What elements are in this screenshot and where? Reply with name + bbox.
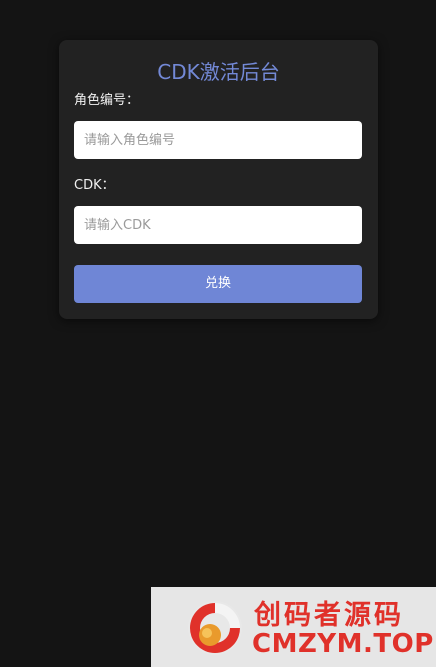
role-id-label: 角色编号： xyxy=(74,93,140,108)
cdk-activation-card: CDK激活后台 角色编号： CDK： 兑换 xyxy=(59,40,378,319)
page: CDK激活后台 角色编号： CDK： 兑换 创码者源码 CMZYM.TOP xyxy=(0,0,436,667)
role-id-input[interactable] xyxy=(74,121,362,159)
page-title: CDK激活后台 xyxy=(157,60,280,84)
redeem-button[interactable]: 兑换 xyxy=(74,265,362,303)
cdk-label: CDK： xyxy=(74,178,115,193)
cmzym-logo-icon xyxy=(188,601,242,655)
watermark: 创码者源码 CMZYM.TOP xyxy=(151,587,436,667)
cdk-input[interactable] xyxy=(74,206,362,244)
watermark-en-text: CMZYM.TOP xyxy=(252,629,434,659)
watermark-cn-text: 创码者源码 xyxy=(254,600,404,631)
